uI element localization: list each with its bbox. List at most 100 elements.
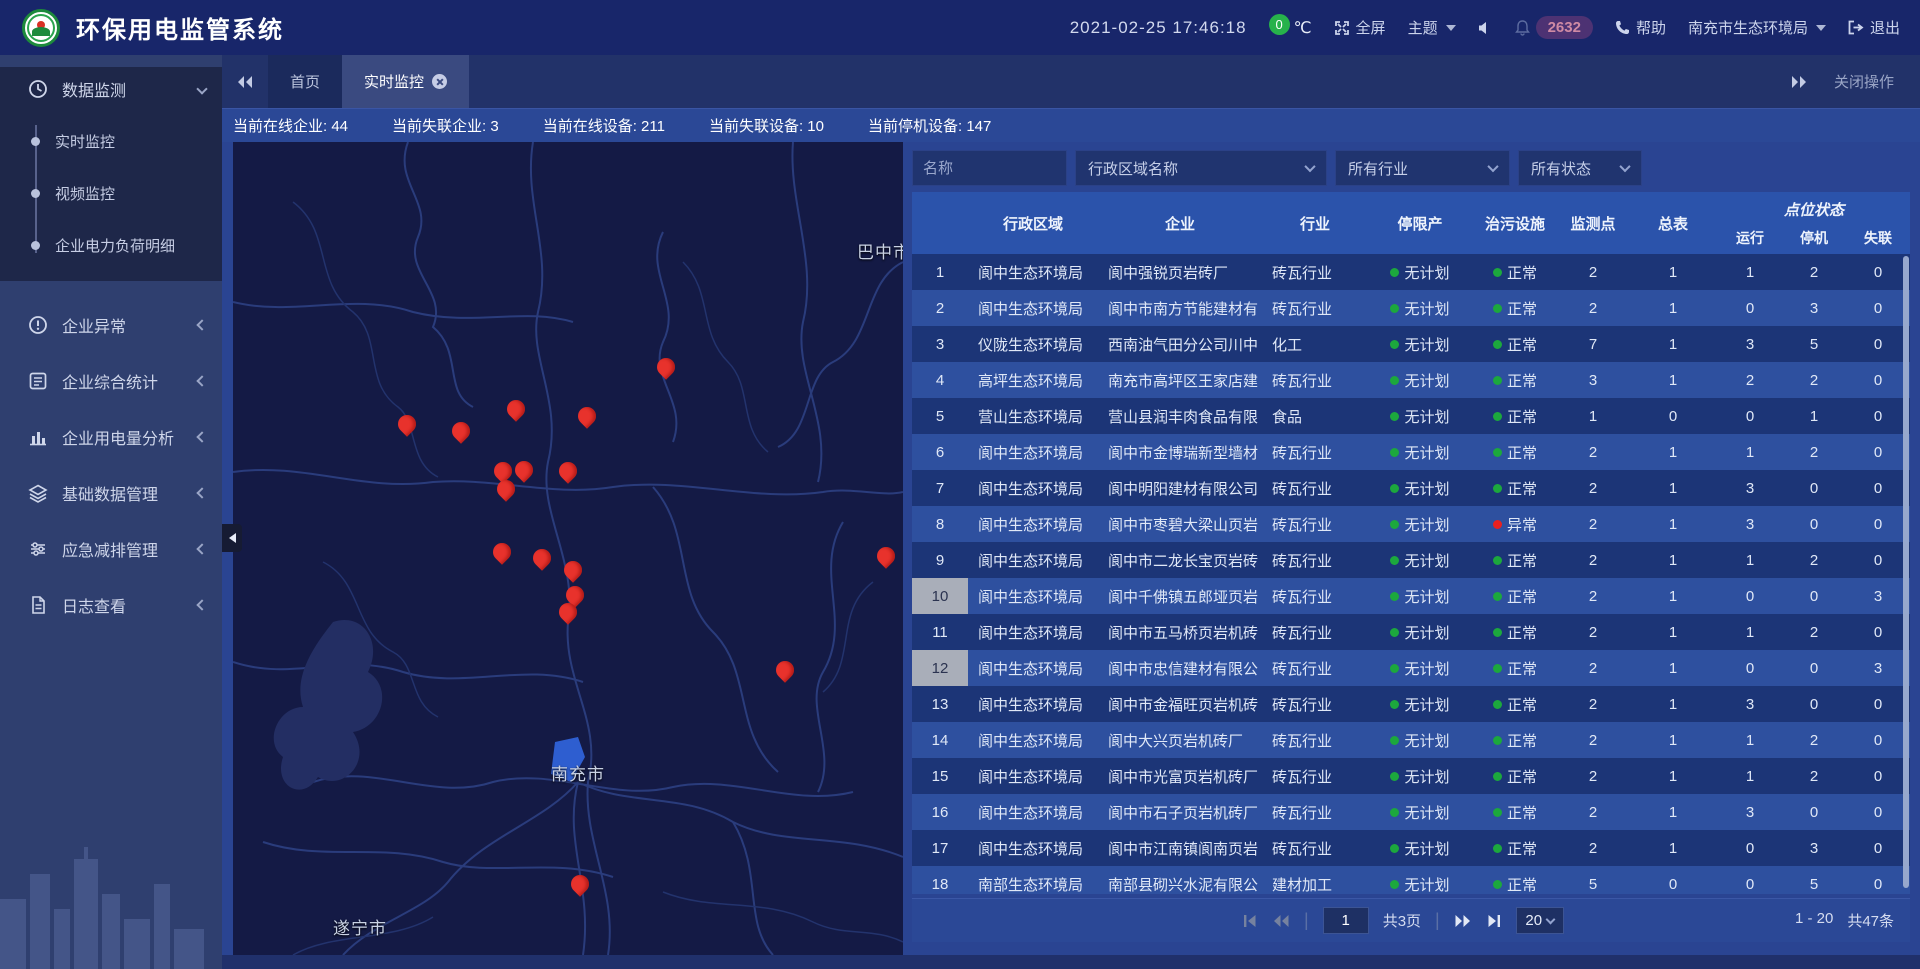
theme-menu[interactable]: 主题 — [1408, 17, 1456, 38]
table-row[interactable]: 18南部生态环境局南部县砌兴水泥有限公建材加工无计划正常50050 — [912, 866, 1910, 894]
fullscreen-button[interactable]: 全屏 — [1334, 17, 1386, 38]
table-row[interactable]: 16阆中生态环境局阆中市石子页岩机砖厂砖瓦行业无计划正常21300 — [912, 794, 1910, 830]
tabs-scroll-left-button[interactable] — [222, 55, 268, 108]
cell-points: 2 — [1558, 290, 1628, 326]
sidebar-item-enterprise-abnormal[interactable]: 企业异常 — [0, 303, 222, 347]
table-row[interactable]: 8阆中生态环境局阆中市枣碧大梁山页岩砖瓦行业无计划异常21300 — [912, 506, 1910, 542]
name-filter-input[interactable] — [912, 150, 1067, 186]
map-pin-icon[interactable] — [567, 871, 592, 896]
sidebar-item-basic-data[interactable]: 基础数据管理 — [0, 471, 222, 515]
table-row[interactable]: 13阆中生态环境局阆中市金福旺页岩机砖砖瓦行业无计划正常21300 — [912, 686, 1910, 722]
help-button[interactable]: 帮助 — [1615, 17, 1666, 38]
first-page-button[interactable] — [1242, 913, 1258, 929]
map-pin-icon[interactable] — [493, 476, 518, 501]
table-row[interactable]: 1阆中生态环境局阆中强锐页岩砖厂砖瓦行业无计划正常21120 — [912, 254, 1910, 290]
first-page-icon — [1242, 913, 1258, 929]
sidebar-item-data-monitoring[interactable]: 数据监测 — [0, 67, 222, 111]
user-menu[interactable]: 南充市生态环境局 — [1688, 17, 1826, 38]
sidebar-item-label: 数据监测 — [62, 77, 126, 101]
col-header-run: 运行 — [1718, 222, 1782, 254]
sidebar-item-emergency-reduction[interactable]: 应急减排管理 — [0, 527, 222, 571]
cell-run: 0 — [1718, 866, 1782, 894]
sidebar-item-label: 企业综合统计 — [62, 369, 158, 393]
map-pin-icon[interactable] — [555, 458, 580, 483]
status-dot-green — [1493, 268, 1502, 277]
map-pin-icon[interactable] — [489, 539, 514, 564]
table-row[interactable]: 17阆中生态环境局阆中市江南镇阆南页岩砖瓦行业无计划正常21030 — [912, 830, 1910, 866]
sidebar-item-enterprise-statistics[interactable]: 企业综合统计 — [0, 359, 222, 403]
notifications[interactable]: 2632 — [1515, 16, 1593, 39]
cell-total: 1 — [1628, 254, 1718, 290]
cell-points: 2 — [1558, 686, 1628, 722]
cell-stop: 3 — [1782, 290, 1846, 326]
region-filter-select[interactable]: 行政区域名称 — [1075, 150, 1327, 186]
map-panel[interactable]: 巴中市南充市遂宁市 — [233, 142, 903, 955]
sidebar-item-power-load-detail[interactable]: 企业电力负荷明细 — [0, 219, 222, 271]
close-operations-menu[interactable]: 关闭操作 — [1834, 71, 1894, 92]
sidebar-item-electricity-analysis[interactable]: 企业用电量分析 — [0, 415, 222, 459]
map-pin-icon[interactable] — [448, 418, 473, 443]
table-row[interactable]: 7阆中生态环境局阆中明阳建材有限公司砖瓦行业无计划正常21300 — [912, 470, 1910, 506]
sidebar-item-realtime-monitoring[interactable]: 实时监控 — [0, 115, 222, 167]
map-pin-icon[interactable] — [873, 543, 898, 568]
page-number-input[interactable] — [1323, 907, 1369, 934]
next-page-button[interactable] — [1454, 913, 1472, 929]
double-chevron-right-icon[interactable] — [1790, 75, 1808, 89]
cell-run: 1 — [1718, 434, 1782, 470]
map-pin-icon[interactable] — [574, 403, 599, 428]
phone-icon — [1615, 20, 1630, 35]
statistics-icon — [28, 371, 48, 391]
table-row[interactable]: 12阆中生态环境局阆中市忠信建材有限公砖瓦行业无计划正常21003 — [912, 650, 1910, 686]
status-dot-green — [1493, 808, 1502, 817]
mute-button[interactable] — [1478, 21, 1493, 35]
table-scrollbar[interactable] — [1903, 256, 1909, 888]
tab-close-icon[interactable] — [432, 74, 447, 89]
page-size-select[interactable]: 20 — [1516, 907, 1564, 934]
content-area: 巴中市南充市遂宁市 行政区域名称 所有行业 所有状态 — [222, 142, 1920, 955]
status-filter-select[interactable]: 所有状态 — [1518, 150, 1642, 186]
table-row[interactable]: 15阆中生态环境局阆中市光富页岩机砖厂砖瓦行业无计划正常21120 — [912, 758, 1910, 794]
logout-button[interactable]: 退出 — [1848, 17, 1900, 38]
table-row[interactable]: 4高坪生态环境局南充市高坪区王家店建砖瓦行业无计划正常31220 — [912, 362, 1910, 398]
sidebar-item-log-view[interactable]: 日志查看 — [0, 583, 222, 627]
cell-points: 2 — [1558, 434, 1628, 470]
cell-limit-status: 无计划 — [1368, 686, 1472, 722]
last-page-button[interactable] — [1486, 913, 1502, 929]
map-pin-icon[interactable] — [394, 411, 419, 436]
status-label: 无计划 — [1404, 622, 1449, 643]
cell-points: 7 — [1558, 326, 1628, 362]
cell-total: 1 — [1628, 830, 1718, 866]
status-label: 正常 — [1507, 622, 1537, 643]
status-dot-green — [1390, 340, 1399, 349]
cell-index: 13 — [912, 686, 968, 722]
industry-filter-select[interactable]: 所有行业 — [1335, 150, 1510, 186]
cell-total: 1 — [1628, 470, 1718, 506]
prev-page-button[interactable] — [1272, 913, 1290, 929]
cell-limit-status: 无计划 — [1368, 650, 1472, 686]
table-row[interactable]: 6阆中生态环境局阆中市金博瑞新型墙材砖瓦行业无计划正常21120 — [912, 434, 1910, 470]
sidebar-collapse-button[interactable] — [222, 524, 242, 552]
table-row[interactable]: 3仪陇生态环境局西南油气田分公司川中化工无计划正常71350 — [912, 326, 1910, 362]
table-row[interactable]: 10阆中生态环境局阆中千佛镇五郎垭页岩砖瓦行业无计划正常21003 — [912, 578, 1910, 614]
stats-bar: 当前在线企业: 44当前失联企业: 3当前在线设备: 211当前失联设备: 10… — [222, 108, 1920, 142]
table-row[interactable]: 14阆中生态环境局阆中大兴页岩机砖厂砖瓦行业无计划正常21120 — [912, 722, 1910, 758]
stat-item: 当前停机设备: 147 — [868, 115, 991, 136]
tab-realtime-monitoring[interactable]: 实时监控 — [342, 55, 469, 108]
map-pin-icon[interactable] — [653, 354, 678, 379]
map-pin-icon[interactable] — [503, 396, 528, 421]
map-pin-icon[interactable] — [772, 657, 797, 682]
status-dot-green — [1390, 592, 1399, 601]
map-pin-icon[interactable] — [529, 545, 554, 570]
table-row[interactable]: 5营山生态环境局营山县润丰肉食品有限食品无计划正常10010 — [912, 398, 1910, 434]
map-pin-icon[interactable] — [511, 457, 536, 482]
tab-home[interactable]: 首页 — [268, 55, 342, 108]
table-row[interactable]: 11阆中生态环境局阆中市五马桥页岩机砖砖瓦行业无计划正常21120 — [912, 614, 1910, 650]
sidebar-item-video-monitoring[interactable]: 视频监控 — [0, 167, 222, 219]
map-pin-icon[interactable] — [560, 557, 585, 582]
table-row[interactable]: 9阆中生态环境局阆中市二龙长宝页岩砖砖瓦行业无计划正常21120 — [912, 542, 1910, 578]
double-chevron-left-icon — [236, 75, 254, 89]
stat-item: 当前失联设备: 10 — [709, 115, 824, 136]
table-row[interactable]: 2阆中生态环境局阆中市南方节能建材有砖瓦行业无计划正常21030 — [912, 290, 1910, 326]
col-header-point-status-group: 点位状态 — [1718, 192, 1910, 222]
bar-chart-icon — [28, 427, 48, 447]
